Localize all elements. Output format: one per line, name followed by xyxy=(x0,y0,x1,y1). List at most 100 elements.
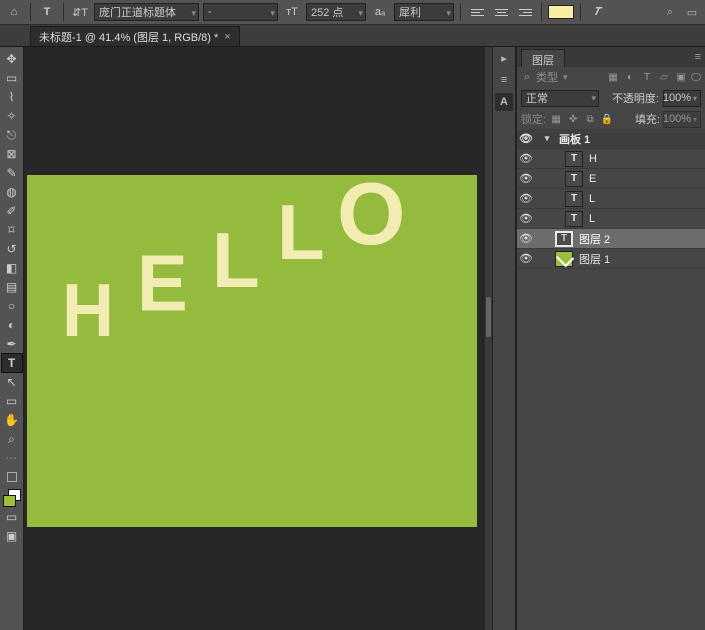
letter-l2: L xyxy=(277,187,325,278)
filter-type-icon[interactable]: T xyxy=(640,70,654,84)
foreground-background-swatch[interactable] xyxy=(3,489,21,507)
type-thumb-icon: T xyxy=(565,151,583,167)
align-left-button[interactable] xyxy=(467,3,487,21)
scrollbar-thumb[interactable] xyxy=(486,297,491,337)
type-thumb-icon: T xyxy=(565,171,583,187)
layer-row-l1[interactable]: 👁 T L xyxy=(517,189,705,209)
font-size-value: 252 点 xyxy=(311,4,343,20)
antialias-value: 犀利 xyxy=(399,4,421,20)
shape-tool[interactable]: ▭ xyxy=(2,392,22,410)
filter-adjust-icon[interactable]: ◐ xyxy=(623,70,637,84)
path-select-tool[interactable]: ↖ xyxy=(2,373,22,391)
type-thumb-icon: T xyxy=(565,191,583,207)
character-panel-icon[interactable]: A xyxy=(495,93,513,111)
type-tool-icon[interactable]: T xyxy=(37,3,57,21)
lock-all-icon[interactable]: 🔒 xyxy=(600,112,614,126)
layer-filter-row: ⌕ 类型 ▾ ▦ ◐ T ▱ ▣ xyxy=(517,67,705,87)
blur-tool[interactable]: ○ xyxy=(2,297,22,315)
quick-mask-icon[interactable]: ▭ xyxy=(2,508,22,526)
visibility-icon[interactable]: 👁 xyxy=(517,212,535,225)
zoom-tool[interactable]: ⌕ xyxy=(2,430,22,448)
blend-mode-select[interactable]: 正常 ▾ xyxy=(521,90,599,107)
frame-tool[interactable]: ⊠ xyxy=(2,145,22,163)
eraser-tool[interactable]: ◧ xyxy=(2,259,22,277)
visibility-icon[interactable]: 👁 xyxy=(517,192,535,205)
align-right-button[interactable] xyxy=(515,3,535,21)
artboard-row[interactable]: 👁 ▾ 画板 1 xyxy=(517,129,705,149)
crop-tool[interactable]: ⎋ xyxy=(2,126,22,144)
lasso-tool[interactable]: ⌇ xyxy=(2,88,22,106)
vertical-scrollbar[interactable] xyxy=(485,47,492,630)
close-icon[interactable]: × xyxy=(224,31,230,43)
dodge-tool[interactable]: ◐ xyxy=(2,316,22,334)
filter-smart-icon[interactable]: ▣ xyxy=(674,70,688,84)
filter-toggle[interactable] xyxy=(691,73,701,81)
layers-tab[interactable]: 图层 xyxy=(521,49,565,67)
lock-row: 锁定: ▦ ✜ ⧉ 🔒 填充: 100%▾ xyxy=(517,109,705,129)
lock-position-icon[interactable]: ✜ xyxy=(566,112,580,126)
layer-row-layer1[interactable]: 👁 图层 1 xyxy=(517,249,705,269)
opacity-value: 100% xyxy=(663,92,691,104)
font-size-icon: тT xyxy=(282,3,302,21)
paragraph-panel-icon[interactable]: ≡ xyxy=(495,71,513,89)
layer-name: L xyxy=(589,193,595,205)
opacity-input[interactable]: 100%▾ xyxy=(663,90,701,107)
panel-menu-icon[interactable]: ≡ xyxy=(695,51,701,63)
font-style-select[interactable]: - ▾ xyxy=(203,3,278,21)
lock-label: 锁定: xyxy=(521,111,546,127)
type-tool[interactable]: T xyxy=(2,354,22,372)
warp-text-icon[interactable]: 𝑻 xyxy=(587,3,607,21)
layer-row-layer2[interactable]: 👁 T 图层 2 xyxy=(517,229,705,249)
fill-input[interactable]: 100%▾ xyxy=(663,111,701,128)
hand-tool[interactable]: ✋ xyxy=(2,411,22,429)
layer-row-h[interactable]: 👁 T H xyxy=(517,149,705,169)
screen-mode-icon[interactable]: ▣ xyxy=(2,527,22,545)
stamp-tool[interactable]: ⌑ xyxy=(2,221,22,239)
filter-pixel-icon[interactable]: ▦ xyxy=(606,70,620,84)
font-size-select[interactable]: 252 点 ▾ xyxy=(306,3,366,21)
move-tool[interactable]: ✥ xyxy=(2,50,22,68)
layer-name: E xyxy=(589,173,596,185)
lock-pixels-icon[interactable]: ▦ xyxy=(549,112,563,126)
expand-strip-icon[interactable]: ▸ xyxy=(495,49,513,67)
visibility-icon[interactable]: 👁 xyxy=(517,232,535,245)
home-icon[interactable]: ⌂ xyxy=(4,3,24,21)
canvas-area[interactable]: H E L L O xyxy=(24,47,492,630)
font-family-select[interactable]: 庞门正道标题体 ▾ xyxy=(94,3,199,21)
panel-toggle-icon[interactable]: ▭ xyxy=(683,3,701,21)
artboard[interactable]: H E L L O xyxy=(27,175,477,527)
visibility-icon[interactable]: 👁 xyxy=(517,252,535,265)
document-tab-bar: 未标题-1 @ 41.4% (图层 1, RGB/8) * × xyxy=(0,25,705,47)
foreground-color[interactable] xyxy=(3,495,16,507)
collapsed-panel-strip: ▸ ≡ A xyxy=(492,47,516,630)
disclosure-icon[interactable]: ▾ xyxy=(541,133,553,144)
visibility-icon[interactable]: 👁 xyxy=(517,132,535,145)
document-tab[interactable]: 未标题-1 @ 41.4% (图层 1, RGB/8) * × xyxy=(30,26,240,46)
marquee-tool[interactable]: ▭ xyxy=(2,69,22,87)
pen-tool[interactable]: ✒ xyxy=(2,335,22,353)
antialias-select[interactable]: 犀利 ▾ xyxy=(394,3,454,21)
more-tools[interactable]: ⋯ xyxy=(2,449,22,467)
layer-row-e[interactable]: 👁 T E xyxy=(517,169,705,189)
search-icon[interactable]: ⌕ xyxy=(521,71,533,84)
brush-tool[interactable]: ✐ xyxy=(2,202,22,220)
gradient-tool[interactable]: ▤ xyxy=(2,278,22,296)
search-icon[interactable]: ⌕ xyxy=(661,3,679,21)
layers-panel: 图层 ≡ ⌕ 类型 ▾ ▦ ◐ T ▱ ▣ 正常 ▾ 不透明度: 100%▾ xyxy=(516,47,705,630)
history-brush-tool[interactable]: ↺ xyxy=(2,240,22,258)
filter-shape-icon[interactable]: ▱ xyxy=(657,70,671,84)
lock-artboard-icon[interactable]: ⧉ xyxy=(583,112,597,126)
image-thumb-icon xyxy=(555,251,573,267)
text-color-swatch[interactable] xyxy=(548,5,574,19)
text-orientation-icon[interactable]: ⇵T xyxy=(70,3,90,21)
fill-label: 填充: xyxy=(635,111,660,127)
letter-e: E xyxy=(137,238,188,329)
eyedropper-tool[interactable]: ✎ xyxy=(2,164,22,182)
healing-tool[interactable]: ◍ xyxy=(2,183,22,201)
visibility-icon[interactable]: 👁 xyxy=(517,152,535,165)
visibility-icon[interactable]: 👁 xyxy=(517,172,535,185)
magic-wand-tool[interactable]: ✧ xyxy=(2,107,22,125)
align-center-button[interactable] xyxy=(491,3,511,21)
layer-row-l2[interactable]: 👁 T L xyxy=(517,209,705,229)
swap-colors-icon[interactable] xyxy=(2,468,22,486)
